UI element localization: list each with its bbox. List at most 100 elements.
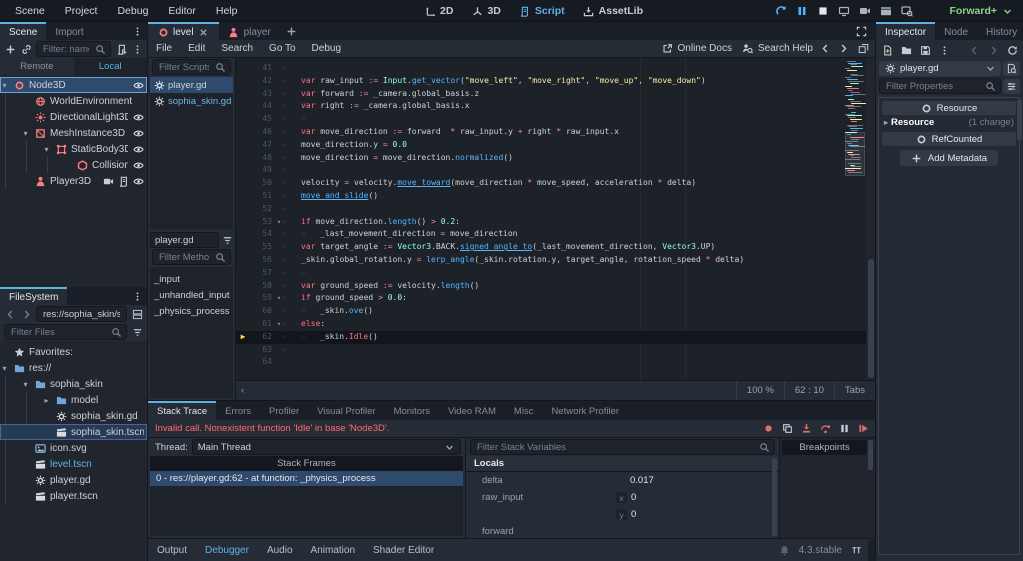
mode-tab-remote[interactable]: Remote xyxy=(0,58,74,75)
code-line[interactable]: 56 » _skin.global_rotation.y = lerp_angle(… xyxy=(236,254,875,267)
scene-node-player3d[interactable]: Player3D xyxy=(0,173,147,189)
script-menu-go-to[interactable]: Go To xyxy=(261,43,304,54)
step-over-icon[interactable] xyxy=(819,423,831,435)
bottom-tab-shader-editor[interactable]: Shader Editor xyxy=(364,545,443,556)
open-docs-button[interactable] xyxy=(1003,61,1020,76)
file-item-sophiaskin[interactable]: ▾ sophia_skin xyxy=(0,376,147,392)
scene-menu-icon[interactable] xyxy=(131,43,143,55)
expand-arrow[interactable]: ▾ xyxy=(21,380,30,389)
dots-icon[interactable] xyxy=(131,25,143,37)
line-number[interactable]: 56 xyxy=(240,254,272,267)
scene-node-collisionshape3d[interactable]: CollisionShape3D xyxy=(0,157,147,173)
code-line[interactable]: 52 » xyxy=(236,203,875,216)
method-sort-icon[interactable] xyxy=(221,234,233,246)
locals-scrollbar[interactable] xyxy=(772,458,777,536)
file-filter-field[interactable] xyxy=(4,324,127,340)
stack-variables-filter-field[interactable] xyxy=(470,439,775,455)
line-number[interactable]: 45 xyxy=(240,113,272,126)
inspector-forward-icon[interactable] xyxy=(987,44,999,56)
breakpoints-scrollbar[interactable] xyxy=(868,440,873,470)
line-number[interactable]: 55 xyxy=(240,241,272,254)
inspected-object-button[interactable]: player.gd xyxy=(879,61,1001,76)
line-number[interactable]: 58 xyxy=(240,280,272,293)
code-line[interactable]: 46 » var move_direction := forward * raw_i… xyxy=(236,126,875,139)
methods-filter-field[interactable] xyxy=(152,249,231,265)
script-item-player.gd[interactable]: player.gd xyxy=(150,77,233,93)
current-script-field[interactable]: player.gd xyxy=(150,232,219,248)
line-number[interactable]: 54 xyxy=(240,228,272,241)
mode-tab-local[interactable]: Local xyxy=(73,58,147,75)
inspector-scrollbar[interactable] xyxy=(1017,100,1022,140)
code-minimap[interactable] xyxy=(845,59,868,177)
minimap-viewport[interactable] xyxy=(845,132,865,176)
local-variable[interactable]: raw_input x 0 xyxy=(466,489,779,506)
movie-magnifier-icon[interactable] xyxy=(901,5,913,17)
line-number[interactable]: 52 xyxy=(240,203,272,216)
step-into-icon[interactable] xyxy=(800,423,812,435)
path-input[interactable] xyxy=(41,307,122,321)
thread-dropdown[interactable]: Main Thread xyxy=(191,439,461,455)
script-tab-level[interactable]: level xyxy=(148,22,219,40)
file-item-icon.svg[interactable]: icon.svg xyxy=(0,440,147,456)
history-forward-icon[interactable] xyxy=(20,308,32,320)
code-line[interactable]: 47 » move_direction.y = 0.0 xyxy=(236,139,875,152)
eye-icon[interactable] xyxy=(132,175,144,187)
new-tab-button[interactable] xyxy=(280,22,304,40)
code-line[interactable]: 50 » velocity = velocity. move_toward (move_… xyxy=(236,177,875,190)
debugger-tab-errors[interactable]: Errors xyxy=(216,401,260,420)
code-line[interactable]: 53 ▾» if move_direction. length() > 0.2: xyxy=(236,216,875,229)
expand-arrow[interactable]: ▾ xyxy=(21,129,30,138)
file-item-sophiaskin.tscn[interactable]: sophia_skin.tscn xyxy=(0,424,147,440)
line-number[interactable]: 46 xyxy=(240,126,272,139)
code-line[interactable]: 59 ▾» if ground_speed > 0.0: xyxy=(236,292,875,305)
script-tab-player[interactable]: player xyxy=(219,22,280,40)
eye-icon[interactable] xyxy=(132,143,144,155)
eye-icon[interactable] xyxy=(132,127,144,139)
inspector-tab-node[interactable]: Node xyxy=(935,22,977,40)
resource-menu-icon[interactable] xyxy=(938,44,950,56)
stack-variables-filter-input[interactable] xyxy=(475,440,755,454)
scripts-filter-field[interactable] xyxy=(152,59,231,75)
line-number[interactable]: 42 xyxy=(240,75,272,88)
dot-icon[interactable] xyxy=(762,423,774,435)
menu-editor[interactable]: Editor xyxy=(159,3,204,19)
new-resource-icon[interactable] xyxy=(881,44,893,56)
resource-category-row[interactable]: ▸ Resource (1 change) xyxy=(879,115,1019,129)
debugger-tab-misc[interactable]: Misc xyxy=(505,401,543,420)
refcounted-section-header[interactable]: RefCounted xyxy=(882,132,1016,146)
continue-debug-icon[interactable] xyxy=(857,423,869,435)
add-metadata-button[interactable]: Add Metadata xyxy=(900,150,998,166)
debugger-tab-profiler[interactable]: Profiler xyxy=(260,401,308,420)
line-number[interactable]: 59 xyxy=(240,292,272,305)
pause-icon[interactable] xyxy=(838,423,850,435)
file-item-player.gd[interactable]: player.gd xyxy=(0,472,147,488)
filesystem-menu-icon[interactable] xyxy=(131,290,143,302)
script-item-sophia_skin.gd[interactable]: sophia_skin.gd xyxy=(150,93,233,109)
hscroll-left-icon[interactable]: ‹ xyxy=(236,386,244,395)
scene-node-meshinstance3d[interactable]: ▾ MeshInstance3D xyxy=(0,125,147,141)
code-line[interactable]: 41 » xyxy=(236,62,875,75)
tab-filesystem[interactable]: FileSystem xyxy=(0,287,68,305)
sort-files-icon[interactable] xyxy=(131,326,143,338)
eye-icon[interactable] xyxy=(132,111,144,123)
scene-filter-input[interactable] xyxy=(41,42,91,56)
workspace-2d[interactable]: 2D xyxy=(418,3,459,19)
expand-bottom-panel-icon[interactable] xyxy=(850,544,862,556)
code-line[interactable]: 55» var target_angle := Vector3 .BACK. sign… xyxy=(236,241,875,254)
line-number[interactable]: 49 xyxy=(240,164,272,177)
file-filter-input[interactable] xyxy=(9,325,107,339)
workspace-assetlib[interactable]: AssetLib xyxy=(577,3,649,19)
line-number[interactable]: 51 xyxy=(240,190,272,203)
split-view-icon[interactable] xyxy=(131,308,143,320)
close-icon[interactable] xyxy=(198,26,210,38)
add-node-icon[interactable] xyxy=(4,43,16,55)
notifications-bell-icon[interactable] xyxy=(779,544,791,556)
bottom-tab-audio[interactable]: Audio xyxy=(258,545,302,556)
code-line[interactable]: 44 » var right := _camera.global_basis.x xyxy=(236,100,875,113)
history-back-icon[interactable] xyxy=(4,308,16,320)
code-line[interactable]: 61 ▾» else: xyxy=(236,318,875,331)
copy-icon[interactable] xyxy=(781,423,793,435)
method-_unhandled_input[interactable]: _unhandled_input xyxy=(150,287,233,303)
debugger-tab-monitors[interactable]: Monitors xyxy=(385,401,439,420)
local-variable[interactable]: y0 xyxy=(466,506,779,523)
